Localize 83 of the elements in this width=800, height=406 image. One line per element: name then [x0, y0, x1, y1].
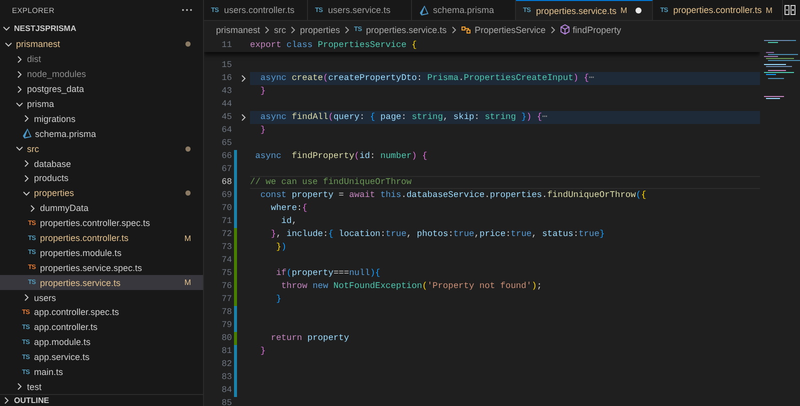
chevron-right-icon: [290, 26, 296, 34]
code-line: return property: [270, 332, 350, 345]
line-number: 45: [220, 111, 233, 124]
unsaved-dot-icon[interactable]: [635, 7, 642, 14]
code-line: id,: [280, 215, 298, 228]
line-number: 81: [220, 345, 233, 358]
line-number: 65: [220, 137, 233, 150]
section-header[interactable]: OUTLINE: [0, 394, 203, 406]
line-number: 44: [220, 98, 233, 111]
line-number: 69: [220, 189, 233, 202]
breadcrumb[interactable]: prismanest: [216, 24, 260, 34]
fold-chevron-icon[interactable]: [239, 113, 248, 122]
line-number: 68: [220, 176, 233, 189]
section-header[interactable]: NESTJSPRISMA: [0, 20, 203, 37]
git-status-letter: M: [184, 234, 191, 243]
line-number: 72: [220, 228, 233, 241]
folder-item[interactable]: prismanest: [0, 37, 203, 52]
git-status-letter: M: [184, 278, 191, 288]
code-line: }: [259, 345, 267, 358]
line-number: 67: [220, 163, 233, 176]
modified-dot-icon: [185, 41, 191, 48]
breadcrumb[interactable]: PropertiesService: [460, 24, 546, 34]
code-line: throw new NotFoundException('Property not found');: [280, 280, 543, 293]
compare-changes-icon[interactable]: [784, 4, 796, 16]
folder-item[interactable]: test: [0, 379, 203, 394]
breadcrumb[interactable]: properties: [300, 24, 340, 34]
line-number: 71: [220, 215, 233, 228]
class-icon: [460, 24, 472, 34]
breadcrumb[interactable]: findProperty: [560, 24, 622, 35]
line-number: 16: [220, 72, 233, 85]
line-number: 85: [220, 397, 233, 406]
modified-dot-icon: [185, 190, 191, 196]
code-line: if(property===null){: [275, 267, 382, 280]
folder-item[interactable]: src: [0, 141, 203, 156]
folder-item[interactable]: dist: [0, 52, 203, 67]
code-line: async findProperty(id: number) {: [254, 150, 428, 163]
folder-item[interactable]: products: [0, 171, 203, 186]
breadcrumb[interactable]: src: [274, 24, 286, 34]
line-number: 79: [220, 319, 233, 332]
line-number: 73: [220, 241, 233, 254]
code-line: export class PropertiesService {: [250, 39, 418, 52]
folder-item[interactable]: postgres_data: [0, 82, 203, 97]
folder-item[interactable]: node_modules: [0, 66, 203, 82]
line-number: 11: [220, 39, 233, 52]
line-number: 66: [220, 150, 233, 163]
code-line: }: [259, 124, 267, 137]
line-number: 64: [220, 124, 233, 137]
folder-item[interactable]: properties: [0, 186, 203, 201]
line-number: 83: [220, 371, 233, 384]
line-number: 84: [220, 384, 233, 397]
code-line: }): [275, 241, 288, 254]
line-number: 43: [220, 85, 233, 98]
prisma-file-icon: [22, 128, 32, 140]
code-line: // we can use findUniqueOrThrow: [250, 176, 760, 189]
more-icon[interactable]: [181, 8, 193, 12]
code-line: }, include:{ location:true, photos:true,price:true, status:true}: [270, 228, 606, 241]
chevron-right-icon: [344, 26, 350, 34]
prisma-file-icon: [419, 4, 429, 16]
line-number: 76: [220, 280, 233, 293]
line-number: 74: [220, 254, 233, 267]
chevron-right-icon: [550, 26, 556, 34]
line-number: 82: [220, 358, 233, 371]
line-number: 80: [220, 332, 233, 345]
folder-item[interactable]: users: [0, 290, 203, 306]
folder-item[interactable]: prisma: [0, 96, 203, 112]
line-number: 75: [220, 267, 233, 280]
line-number: 78: [220, 306, 233, 319]
code-line: }: [275, 293, 282, 306]
folder-item[interactable]: dummyData: [0, 200, 203, 216]
line-number: 77: [220, 293, 233, 306]
file-item[interactable]: schema.prisma: [0, 126, 203, 142]
line-number: 15: [220, 59, 233, 72]
code-line: }: [259, 85, 267, 98]
code-line: where:{: [270, 202, 308, 215]
folder-item[interactable]: database: [0, 156, 203, 172]
line-number: 70: [220, 202, 233, 215]
cube-icon: [560, 24, 570, 35]
fold-chevron-icon[interactable]: [239, 74, 248, 83]
code-line: const property = await this.databaseService.properties.findUniqueOrThrow({: [259, 189, 648, 202]
modified-dot-icon: [185, 146, 191, 152]
chevron-right-icon: [264, 26, 270, 34]
folder-item[interactable]: migrations: [0, 111, 203, 126]
chevron-right-icon: [450, 26, 457, 34]
